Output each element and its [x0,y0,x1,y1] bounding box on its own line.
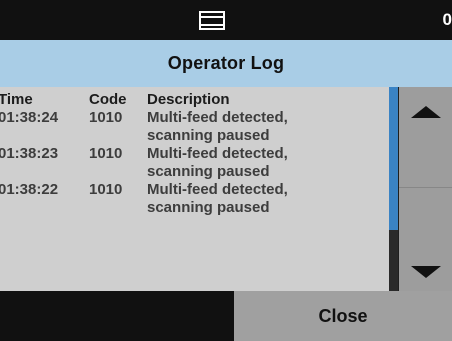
log-entry-description-continued: scanning paused [147,127,270,144]
scrollbar-thumb[interactable] [389,87,398,230]
scrollbar-track[interactable] [389,87,398,291]
operator-log-list: Time Code Description 01:38:24 1010 Mult… [0,87,389,291]
column-header-description: Description [147,91,230,108]
page-counter: 0 [442,10,452,29]
log-entry-description: Multi-feed detected, [147,181,288,198]
log-entry-code: 1010 [89,109,123,126]
scroll-up-button[interactable] [399,87,452,188]
scroll-down-button[interactable] [399,188,452,291]
log-entry-description: Multi-feed detected, [147,145,288,162]
close-button[interactable]: Close [234,291,452,341]
log-entry-code: 1010 [89,145,123,162]
column-header-time: Time [0,91,33,108]
log-entry-time: 01:38:22 [0,181,59,198]
scroll-up-arrow-icon [410,106,441,118]
page-title: Operator Log [167,53,285,73]
log-entry-code: 1010 [89,181,123,198]
scroll-area [389,87,452,291]
log-entry-description: Multi-feed detected, [147,109,288,126]
log-entry-description-continued: scanning paused [147,199,270,216]
scroll-down-arrow-icon [410,265,441,278]
log-entry-time: 01:38:23 [0,145,59,162]
title-bar: Operator Log [0,40,452,87]
output-tray-icon [199,11,225,30]
log-entry-description-continued: scanning paused [147,163,270,180]
log-entry-time: 01:38:24 [0,109,59,126]
bottom-bar: Close [0,291,452,341]
column-header-code: Code [89,91,127,108]
status-bar: 0 [0,0,452,40]
